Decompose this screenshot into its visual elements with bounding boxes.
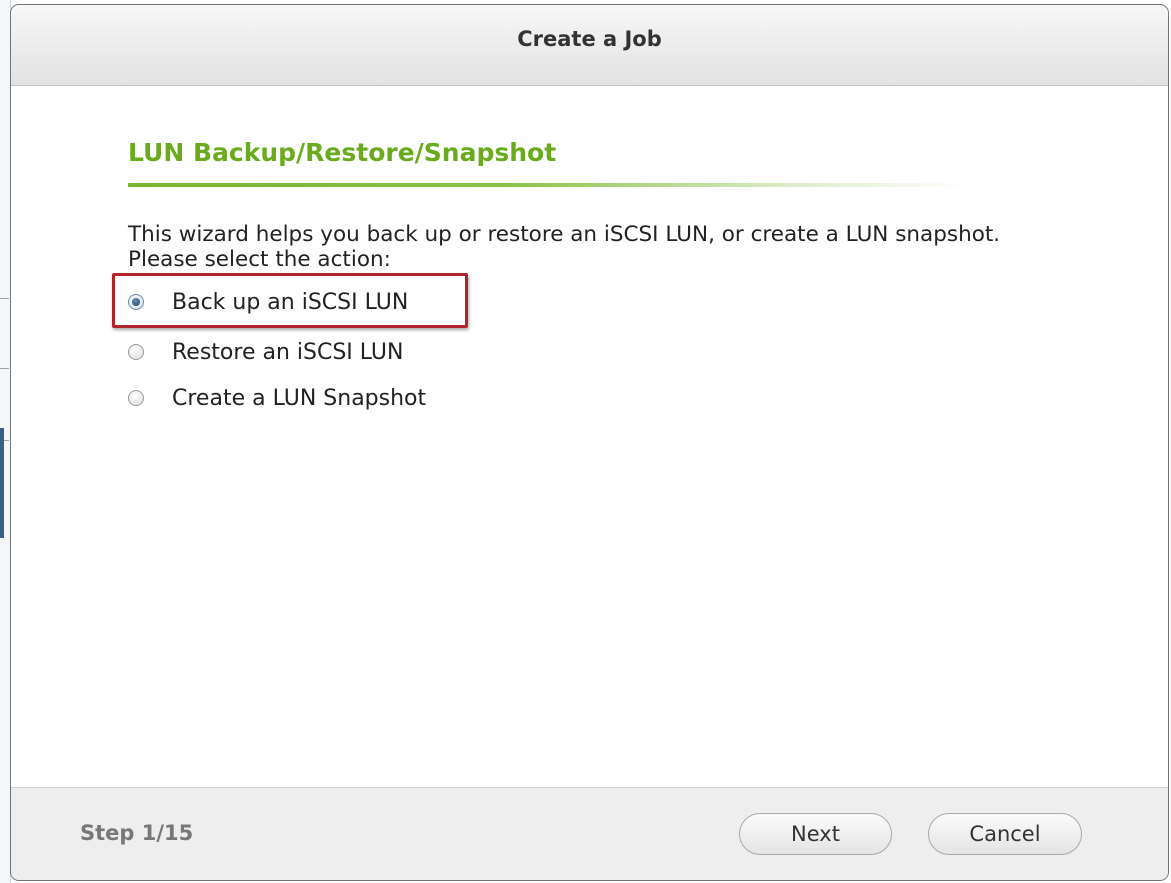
background-divider [0, 368, 9, 369]
wizard-description: This wizard helps you back up or restore… [128, 222, 1001, 272]
option-restore-lun[interactable]: Restore an iSCSI LUN [128, 336, 404, 368]
dialog-title: Create a Job [517, 27, 662, 51]
option-backup-lun-label[interactable]: Back up an iSCSI LUN [172, 290, 408, 315]
dialog-footer: Step 1/15 Next Cancel [11, 787, 1168, 880]
dialog-titlebar[interactable]: Create a Job [11, 5, 1168, 86]
section-heading: LUN Backup/Restore/Snapshot [128, 138, 557, 167]
radio-create-snapshot[interactable] [128, 390, 144, 406]
radio-backup-lun[interactable] [128, 294, 144, 310]
option-backup-lun[interactable]: Back up an iSCSI LUN [128, 286, 408, 318]
step-indicator: Step 1/15 [80, 821, 194, 845]
radio-restore-lun[interactable] [128, 344, 144, 360]
background-accent-bar [0, 428, 4, 538]
option-restore-lun-label[interactable]: Restore an iSCSI LUN [172, 340, 404, 365]
create-job-dialog: Create a Job LUN Backup/Restore/Snapshot… [10, 4, 1169, 881]
option-create-snapshot[interactable]: Create a LUN Snapshot [128, 382, 426, 414]
option-create-snapshot-label[interactable]: Create a LUN Snapshot [172, 386, 426, 411]
cancel-button[interactable]: Cancel [928, 813, 1082, 855]
radio-selected-dot [132, 298, 140, 306]
background-divider [0, 298, 9, 299]
heading-underline [128, 183, 968, 187]
next-button[interactable]: Next [739, 813, 892, 855]
